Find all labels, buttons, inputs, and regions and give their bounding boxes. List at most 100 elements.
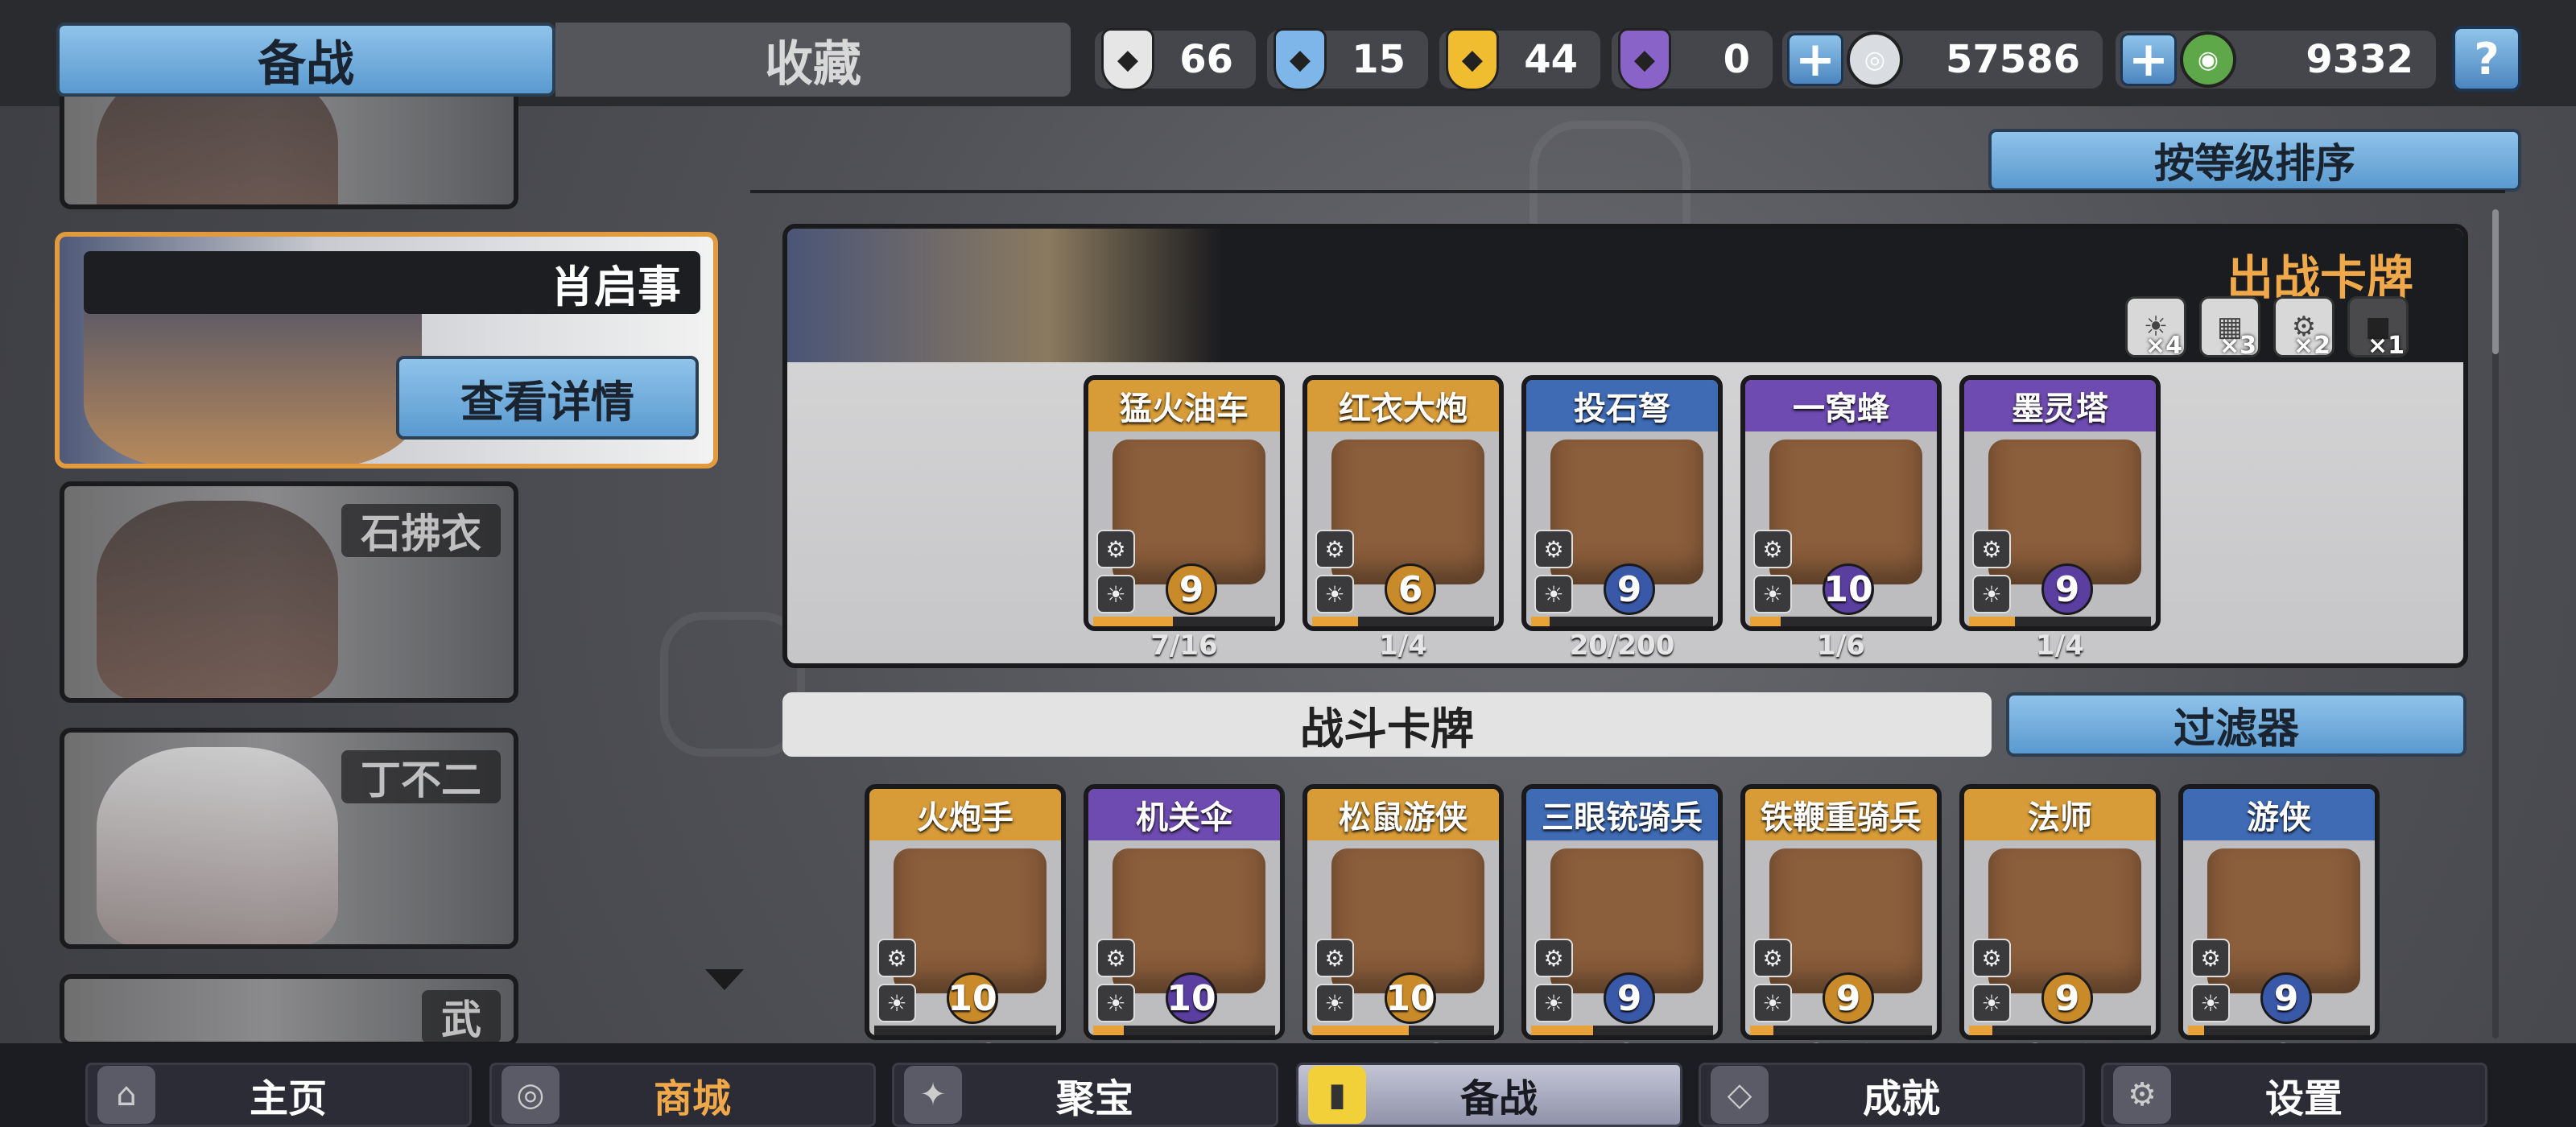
- card[interactable]: 三眼铳骑兵⚙☀967/200: [1521, 784, 1723, 1071]
- tab-collection[interactable]: 收藏: [555, 23, 1071, 97]
- card-progress-fill: [1750, 617, 1781, 626]
- card-art: [1769, 848, 1922, 993]
- cards-icon: ▮: [1308, 1066, 1366, 1124]
- view-details-button[interactable]: 查看详情: [396, 356, 699, 440]
- card-frame: 法师 ⚙ ☀ 9: [1959, 784, 2161, 1040]
- tab-prepare[interactable]: 备战: [56, 23, 555, 97]
- settings-icon: ⚙: [2113, 1066, 2171, 1124]
- card-progress-fill: [1969, 617, 2015, 626]
- card-name: 三眼铳骑兵: [1526, 789, 1718, 840]
- type-icon: ⚙: [1096, 530, 1135, 568]
- nav-label: 聚宝: [1055, 1076, 1133, 1121]
- treasure-icon: ✦: [904, 1066, 962, 1124]
- wall-type-icon: ▦ ×3: [2199, 296, 2260, 360]
- hero-portrait: [97, 747, 338, 944]
- nav-shop[interactable]: ◎ 商城: [489, 1063, 876, 1127]
- hero-portrait: [97, 501, 338, 698]
- card-progress-bar: [1093, 1026, 1275, 1035]
- resource-silver-shield: ◆ 66: [1095, 28, 1256, 91]
- hero-item[interactable]: 丁不二: [60, 728, 518, 949]
- hero-item[interactable]: 武: [60, 974, 518, 1046]
- card[interactable]: 红衣大炮 ⚙ ☀ 6 1/4: [1302, 375, 1504, 662]
- hero-name: 丁不二: [341, 750, 501, 803]
- card-level: 9: [2041, 972, 2093, 1024]
- hero-name: 石拂衣: [341, 504, 501, 557]
- card[interactable]: 一窝蜂 ⚙ ☀ 10 1/6: [1740, 375, 1942, 662]
- add-jade-button[interactable]: +: [2120, 31, 2177, 88]
- card-level: 9: [1166, 564, 1217, 615]
- resource-value: 66: [1179, 37, 1233, 82]
- card-level: 10: [1385, 972, 1436, 1024]
- card-name: 松鼠游侠: [1307, 789, 1499, 840]
- card-name: 一窝蜂: [1745, 380, 1937, 431]
- scrollbar[interactable]: [2492, 209, 2499, 1038]
- help-button[interactable]: ?: [2452, 26, 2521, 92]
- card-name: 墨灵塔: [1964, 380, 2156, 431]
- card[interactable]: 铁鞭重骑兵⚙☀92/16: [1740, 784, 1942, 1071]
- card-frame: 投石弩 ⚙ ☀ 9: [1521, 375, 1723, 631]
- card[interactable]: 法师⚙☀92/16: [1959, 784, 2161, 1071]
- element-icon: ☀: [1534, 984, 1573, 1022]
- card-frame: 游侠 ⚙ ☀ 9: [2178, 784, 2380, 1040]
- card-progress-fill: [1531, 617, 1550, 626]
- card-progress-fill: [1093, 1026, 1125, 1035]
- card-frame: 墨灵塔 ⚙ ☀ 9: [1959, 375, 2161, 631]
- card[interactable]: 猛火油车 ⚙ ☀ 9 7/16: [1084, 375, 1285, 662]
- card[interactable]: 松鼠游侠⚙☀1017/32: [1302, 784, 1504, 1071]
- add-silver-button[interactable]: +: [1787, 31, 1843, 88]
- nav-home[interactable]: ⌂ 主页: [85, 1063, 472, 1127]
- card-name: 法师: [1964, 789, 2156, 840]
- hero-banner-art: [787, 229, 1222, 362]
- gear-type-icon: ⚙ ×2: [2273, 296, 2334, 360]
- card-name: 猛火油车: [1088, 380, 1280, 431]
- scroll-down-icon[interactable]: [705, 969, 744, 990]
- card[interactable]: 机关伞⚙☀101/6: [1084, 784, 1285, 1071]
- nav-label: 主页: [249, 1076, 327, 1121]
- type-icon: ⚙: [1534, 530, 1573, 568]
- card-name: 铁鞭重骑兵: [1745, 789, 1937, 840]
- nav-settings[interactable]: ⚙ 设置: [2101, 1063, 2487, 1127]
- type-icon: ⚙: [1972, 939, 2011, 977]
- element-icon: ☀: [1972, 984, 2011, 1022]
- card-progress-bar: [1093, 617, 1275, 626]
- card-progress-fill: [1531, 1026, 1593, 1035]
- card[interactable]: 游侠⚙☀918/200: [2178, 784, 2380, 1071]
- nav-label: 商城: [653, 1076, 731, 1121]
- hero-name: 肖启事: [84, 251, 700, 314]
- type-icon: ⚙: [1753, 939, 1792, 977]
- card[interactable]: 墨灵塔 ⚙ ☀ 9 1/4: [1959, 375, 2161, 662]
- card-progress-fill: [1312, 1026, 1409, 1035]
- card-progress-text: 20/200: [1569, 630, 1675, 662]
- filter-button[interactable]: 过滤器: [2006, 692, 2467, 757]
- shop-icon: ◎: [502, 1066, 559, 1124]
- nav-achievement[interactable]: ◇ 成就: [1699, 1063, 2085, 1127]
- dark-type-icon: ■ ×1: [2347, 296, 2409, 360]
- card-frame: 三眼铳骑兵 ⚙ ☀ 9: [1521, 784, 1723, 1040]
- sort-by-level-button[interactable]: 按等级排序: [1988, 129, 2521, 192]
- card-progress-bar: [1531, 617, 1713, 626]
- type-count-badges: ☀ ×4 ▦ ×3 ⚙ ×2 ■ ×1: [2125, 296, 2409, 360]
- card-frame: 机关伞 ⚙ ☀ 10: [1084, 784, 1285, 1040]
- card-frame: 一窝蜂 ⚙ ☀ 10: [1740, 375, 1942, 631]
- card[interactable]: 投石弩 ⚙ ☀ 9 20/200: [1521, 375, 1723, 662]
- card-level: 10: [947, 972, 998, 1024]
- card-art: [1550, 848, 1703, 993]
- hero-item[interactable]: 石拂衣: [60, 481, 518, 703]
- card-level: 9: [2041, 564, 2093, 615]
- currency-value: 57586: [1946, 37, 2080, 82]
- hero-item[interactable]: [60, 97, 518, 209]
- card-progress-bar: [1969, 617, 2151, 626]
- nav-treasure[interactable]: ✦ 聚宝: [892, 1063, 1278, 1127]
- type-count: ×1: [2367, 332, 2405, 360]
- blue-shield-icon: ◆: [1274, 28, 1327, 91]
- hero-name: 武: [422, 990, 501, 1042]
- card-level: 9: [1823, 972, 1874, 1024]
- card[interactable]: 火炮手⚙☀100/32: [865, 784, 1066, 1071]
- card-progress-bar: [2188, 1026, 2370, 1035]
- scrollbar-thumb[interactable]: [2492, 209, 2499, 354]
- nav-prepare[interactable]: ▮ 备战: [1296, 1063, 1682, 1127]
- achievement-icon: ◇: [1711, 1066, 1769, 1124]
- nav-label: 成就: [1862, 1076, 1940, 1121]
- card-progress-bar: [1312, 617, 1494, 626]
- type-count: ×4: [2145, 332, 2182, 360]
